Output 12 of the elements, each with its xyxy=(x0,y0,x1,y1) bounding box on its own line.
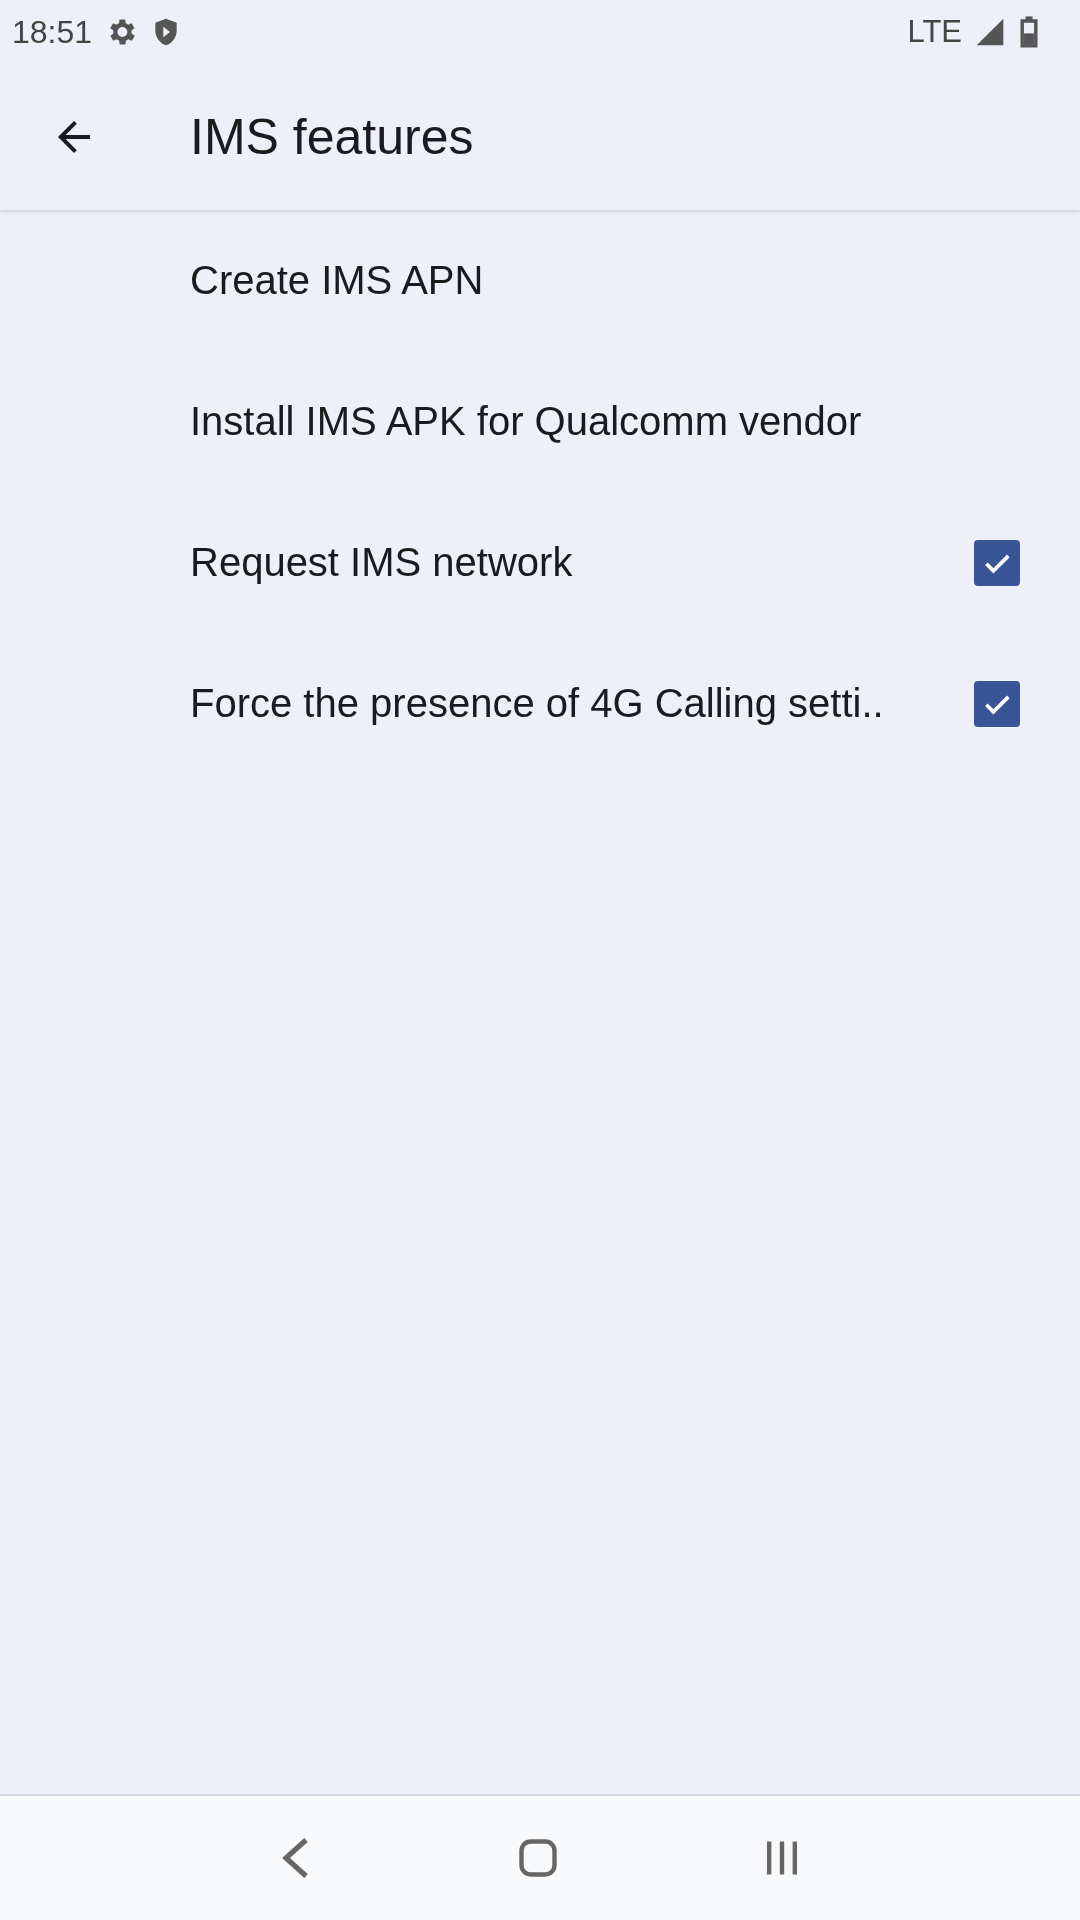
item-label: Force the presence of 4G Calling setti.. xyxy=(190,681,885,726)
home-icon[interactable] xyxy=(516,1836,560,1880)
network-type: LTE xyxy=(907,14,962,50)
battery-icon xyxy=(1018,15,1040,49)
signal-icon xyxy=(974,16,1006,48)
page-title: IMS features xyxy=(190,108,474,166)
status-time: 18:51 xyxy=(12,13,93,51)
list-item[interactable]: Install IMS APK for Qualcomm vendor xyxy=(0,351,1080,492)
checkbox[interactable] xyxy=(974,539,1020,586)
item-label: Request IMS network xyxy=(190,540,574,585)
list-item[interactable]: Create IMS APN xyxy=(0,210,1080,351)
checkbox[interactable] xyxy=(974,680,1020,727)
